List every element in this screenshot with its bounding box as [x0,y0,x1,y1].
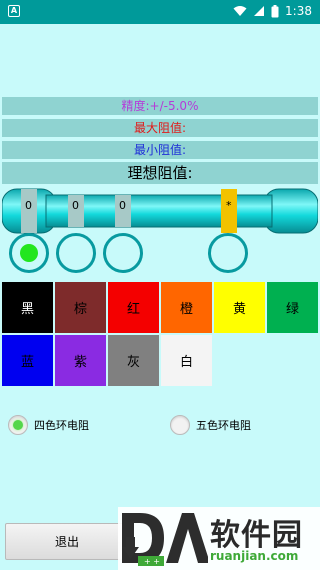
exit-button[interactable]: 退出 [5,523,129,560]
resistor-body [1,188,319,234]
status-bar: A 1:38 [0,0,320,24]
wifi-icon [233,6,247,16]
color-white[interactable]: 白 [161,335,212,386]
color-purple[interactable]: 紫 [55,335,106,386]
svg-text:+ +: + + [144,557,160,566]
selected-indicator [20,244,38,262]
band-4-selector[interactable] [208,233,248,273]
app-notification-icon: A [8,5,20,17]
color-brown[interactable]: 棕 [55,282,106,333]
battery-icon [271,4,279,17]
resistor-graphic: 0 0 0 * [1,187,319,235]
color-yellow[interactable]: 黄 [214,282,265,333]
color-orange[interactable]: 橙 [161,282,212,333]
four-band-option[interactable]: 四色环电阻 [8,415,89,435]
watermark-logo: + + [122,513,208,566]
ideal-resistance-label: 理想阻值: [2,162,318,184]
band-4-value: * [226,199,232,212]
band-2-selector[interactable] [56,233,96,273]
watermark-url: ruanjian.com [210,549,299,563]
color-green[interactable]: 绿 [267,282,318,333]
band-1-selector[interactable] [9,233,49,273]
watermark-brand: 软件园 [210,518,303,553]
precision-label: 精度:+/-5.0% [2,97,318,115]
watermark: + + 软件园 ruanjian.com [118,507,320,570]
five-band-label: 五色环电阻 [196,419,251,432]
radio-button-unchecked[interactable] [170,415,190,435]
band-3-selector[interactable] [103,233,143,273]
color-red[interactable]: 红 [108,282,159,333]
band-2-value: 0 [72,199,79,212]
four-band-label: 四色环电阻 [34,419,89,432]
max-resistance-label: 最大阻值: [2,119,318,137]
status-right: 1:38 [233,4,312,18]
color-gray[interactable]: 灰 [108,335,159,386]
radio-button-checked[interactable] [8,415,28,435]
five-band-option[interactable]: 五色环电阻 [170,415,251,435]
band-1-value: 0 [25,199,32,212]
signal-icon [254,6,265,16]
status-clock: 1:38 [285,4,312,18]
color-blue[interactable]: 蓝 [2,335,53,386]
min-resistance-label: 最小阻值: [2,141,318,159]
band-3-value: 0 [119,199,126,212]
color-black[interactable]: 黑 [2,282,53,333]
